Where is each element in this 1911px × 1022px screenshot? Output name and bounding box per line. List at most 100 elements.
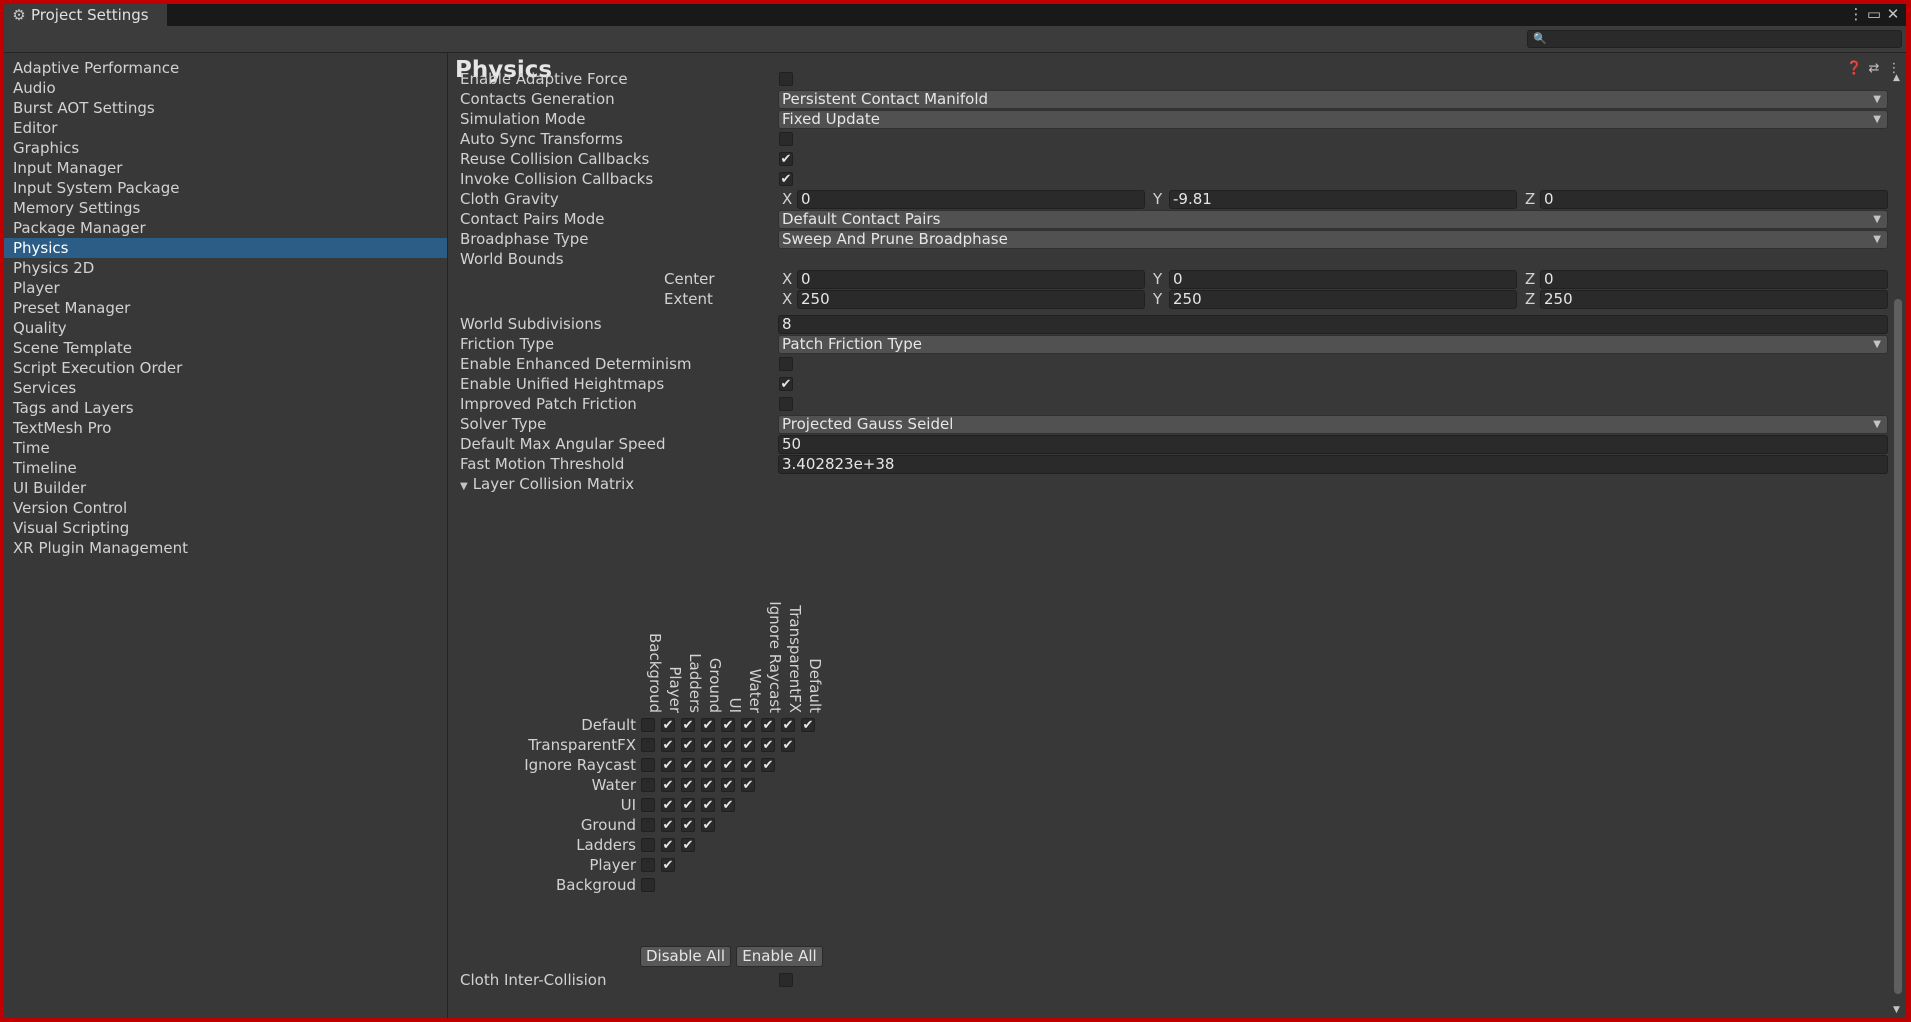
matrix-checkbox[interactable]: ✔ xyxy=(661,858,675,872)
matrix-checkbox[interactable] xyxy=(641,818,655,832)
center-x-field[interactable]: 0 xyxy=(797,270,1145,289)
matrix-checkbox[interactable]: ✔ xyxy=(701,778,715,792)
solver-type-dropdown[interactable]: Projected Gauss Seidel ▼ xyxy=(778,415,1888,434)
cloth-gravity-x-field[interactable]: 0 xyxy=(797,190,1145,209)
matrix-checkbox[interactable]: ✔ xyxy=(741,778,755,792)
center-y-field[interactable]: 0 xyxy=(1169,270,1517,289)
sidebar-item-physics-2d[interactable]: Physics 2D xyxy=(4,258,447,278)
broadphase-type-dropdown[interactable]: Sweep And Prune Broadphase ▼ xyxy=(778,230,1888,249)
default-max-angular-speed-field[interactable]: 50 xyxy=(778,435,1888,454)
sidebar-item-textmesh-pro[interactable]: TextMesh Pro xyxy=(4,418,447,438)
enable-all-button[interactable]: Enable All xyxy=(736,946,823,967)
matrix-checkbox[interactable]: ✔ xyxy=(761,718,775,732)
cloth-gravity-z-field[interactable]: 0 xyxy=(1540,190,1888,209)
matrix-checkbox[interactable]: ✔ xyxy=(701,798,715,812)
enable-unified-heightmaps-checkbox[interactable]: ✔ xyxy=(779,377,793,391)
matrix-checkbox[interactable]: ✔ xyxy=(661,718,675,732)
matrix-checkbox[interactable]: ✔ xyxy=(741,718,755,732)
sidebar-item-preset-manager[interactable]: Preset Manager xyxy=(4,298,447,318)
matrix-checkbox[interactable]: ✔ xyxy=(661,778,675,792)
matrix-checkbox[interactable]: ✔ xyxy=(661,838,675,852)
matrix-checkbox[interactable]: ✔ xyxy=(661,738,675,752)
extent-x-field[interactable]: 250 xyxy=(797,290,1145,309)
auto-sync-transforms-checkbox[interactable] xyxy=(779,132,793,146)
matrix-checkbox[interactable]: ✔ xyxy=(721,738,735,752)
sidebar-item-physics[interactable]: Physics xyxy=(4,238,447,258)
sidebar-item-script-execution-order[interactable]: Script Execution Order xyxy=(4,358,447,378)
matrix-checkbox[interactable]: ✔ xyxy=(681,758,695,772)
sidebar-item-scene-template[interactable]: Scene Template xyxy=(4,338,447,358)
matrix-checkbox[interactable]: ✔ xyxy=(721,798,735,812)
vertical-scrollbar[interactable]: ▲ ▼ xyxy=(1892,73,1904,1018)
extent-y-field[interactable]: 250 xyxy=(1169,290,1517,309)
sidebar-item-audio[interactable]: Audio xyxy=(4,78,447,98)
matrix-checkbox[interactable]: ✔ xyxy=(701,718,715,732)
cloth-gravity-y-field[interactable]: -9.81 xyxy=(1169,190,1517,209)
layer-collision-matrix-foldout[interactable]: ▼ Layer Collision Matrix xyxy=(460,474,634,494)
reuse-collision-callbacks-checkbox[interactable]: ✔ xyxy=(779,152,793,166)
matrix-checkbox[interactable]: ✔ xyxy=(661,798,675,812)
matrix-checkbox[interactable]: ✔ xyxy=(681,738,695,752)
close-icon[interactable]: ✕ xyxy=(1884,5,1902,23)
sidebar-item-editor[interactable]: Editor xyxy=(4,118,447,138)
matrix-checkbox[interactable]: ✔ xyxy=(781,718,795,732)
fast-motion-threshold-field[interactable]: 3.402823e+38 xyxy=(778,455,1888,474)
sidebar-item-input-manager[interactable]: Input Manager xyxy=(4,158,447,178)
maximize-icon[interactable]: ▭ xyxy=(1865,5,1883,23)
center-z-field[interactable]: 0 xyxy=(1540,270,1888,289)
disable-all-button[interactable]: Disable All xyxy=(640,946,731,967)
sidebar-item-adaptive-performance[interactable]: Adaptive Performance xyxy=(4,58,447,78)
contacts-generation-dropdown[interactable]: Persistent Contact Manifold ▼ xyxy=(778,90,1888,109)
sidebar-item-services[interactable]: Services xyxy=(4,378,447,398)
cloth-inter-collision-checkbox[interactable] xyxy=(779,973,793,987)
matrix-checkbox[interactable]: ✔ xyxy=(701,758,715,772)
matrix-checkbox[interactable] xyxy=(641,758,655,772)
more-menu-icon[interactable]: ⋮ xyxy=(1847,5,1865,23)
matrix-checkbox[interactable]: ✔ xyxy=(701,818,715,832)
matrix-checkbox[interactable] xyxy=(641,718,655,732)
enable-enhanced-determinism-checkbox[interactable] xyxy=(779,357,793,371)
enable-adaptive-force-checkbox[interactable] xyxy=(779,72,793,86)
sidebar-item-visual-scripting[interactable]: Visual Scripting xyxy=(4,518,447,538)
sidebar-item-memory-settings[interactable]: Memory Settings xyxy=(4,198,447,218)
matrix-checkbox[interactable]: ✔ xyxy=(761,738,775,752)
sidebar-item-input-system-package[interactable]: Input System Package xyxy=(4,178,447,198)
matrix-checkbox[interactable] xyxy=(641,778,655,792)
window-tab[interactable]: ⚙ Project Settings xyxy=(4,4,167,26)
contact-pairs-mode-dropdown[interactable]: Default Contact Pairs ▼ xyxy=(778,210,1888,229)
sidebar-item-quality[interactable]: Quality xyxy=(4,318,447,338)
help-icon[interactable]: ❓ xyxy=(1846,61,1862,76)
matrix-checkbox[interactable]: ✔ xyxy=(741,758,755,772)
matrix-checkbox[interactable]: ✔ xyxy=(681,718,695,732)
scroll-down-icon[interactable]: ▼ xyxy=(1893,1005,1900,1015)
sidebar-item-xr-plugin-management[interactable]: XR Plugin Management xyxy=(4,538,447,558)
matrix-checkbox[interactable]: ✔ xyxy=(741,738,755,752)
sidebar-item-package-manager[interactable]: Package Manager xyxy=(4,218,447,238)
matrix-checkbox[interactable] xyxy=(641,738,655,752)
sidebar-item-player[interactable]: Player xyxy=(4,278,447,298)
matrix-checkbox[interactable] xyxy=(641,858,655,872)
improved-patch-friction-checkbox[interactable] xyxy=(779,397,793,411)
matrix-checkbox[interactable]: ✔ xyxy=(661,818,675,832)
matrix-checkbox[interactable]: ✔ xyxy=(721,758,735,772)
preset-icon[interactable]: ⇄ xyxy=(1866,61,1882,76)
world-subdivisions-field[interactable]: 8 xyxy=(778,315,1888,334)
sidebar-item-timeline[interactable]: Timeline xyxy=(4,458,447,478)
matrix-checkbox[interactable]: ✔ xyxy=(721,718,735,732)
invoke-collision-callbacks-checkbox[interactable]: ✔ xyxy=(779,172,793,186)
matrix-checkbox[interactable] xyxy=(641,838,655,852)
scrollbar-thumb[interactable] xyxy=(1894,299,1902,994)
matrix-checkbox[interactable]: ✔ xyxy=(681,838,695,852)
matrix-checkbox[interactable] xyxy=(641,878,655,892)
search-input[interactable]: 🔍 xyxy=(1527,30,1902,48)
sidebar-item-time[interactable]: Time xyxy=(4,438,447,458)
scroll-up-icon[interactable]: ▲ xyxy=(1893,73,1900,83)
sidebar-item-ui-builder[interactable]: UI Builder xyxy=(4,478,447,498)
sidebar-item-burst-aot-settings[interactable]: Burst AOT Settings xyxy=(4,98,447,118)
simulation-mode-dropdown[interactable]: Fixed Update ▼ xyxy=(778,110,1888,129)
matrix-checkbox[interactable] xyxy=(641,798,655,812)
matrix-checkbox[interactable]: ✔ xyxy=(761,758,775,772)
matrix-checkbox[interactable]: ✔ xyxy=(681,778,695,792)
extent-z-field[interactable]: 250 xyxy=(1540,290,1888,309)
matrix-checkbox[interactable]: ✔ xyxy=(661,758,675,772)
